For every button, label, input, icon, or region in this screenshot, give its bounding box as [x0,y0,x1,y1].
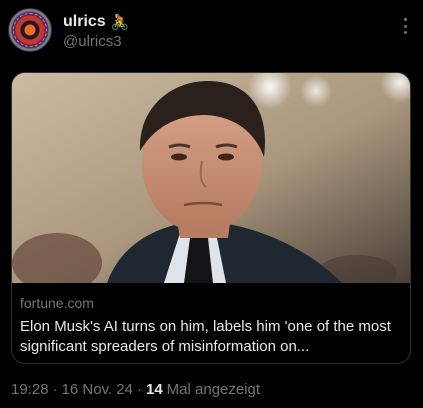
tweet-date[interactable]: 16 Nov. 24 [62,381,133,398]
display-name[interactable]: ulrics [63,13,106,31]
meta-separator: · [136,381,142,398]
user-handle[interactable]: @ulrics3 [63,33,122,50]
tweet-meta: 19:28 · 16 Nov. 24 · 14 Mal angezeigt [11,381,260,398]
portrait-photo [12,73,410,283]
link-domain: fortune.com [20,295,94,311]
more-vertical-icon[interactable] [403,18,407,34]
views-label: Mal angezeigt [166,381,261,398]
link-preview-card[interactable]: fortune.com Elon Musk's AI turns on him,… [11,72,411,364]
link-title: Elon Musk's AI turns on him, labels him … [20,318,391,355]
meta-separator: · [52,381,58,398]
bicycle-emoji-icon: 🚴 [110,13,130,31]
avatar-ring [13,13,47,47]
tweet-time[interactable]: 19:28 [11,381,49,398]
author-name-row[interactable]: ulrics 🚴 [63,12,129,32]
avatar[interactable] [8,8,52,52]
link-preview-text[interactable]: fortune.com Elon Musk's AI turns on him,… [12,283,410,357]
link-preview-image[interactable] [12,73,410,283]
view-count: 14 [145,381,163,398]
